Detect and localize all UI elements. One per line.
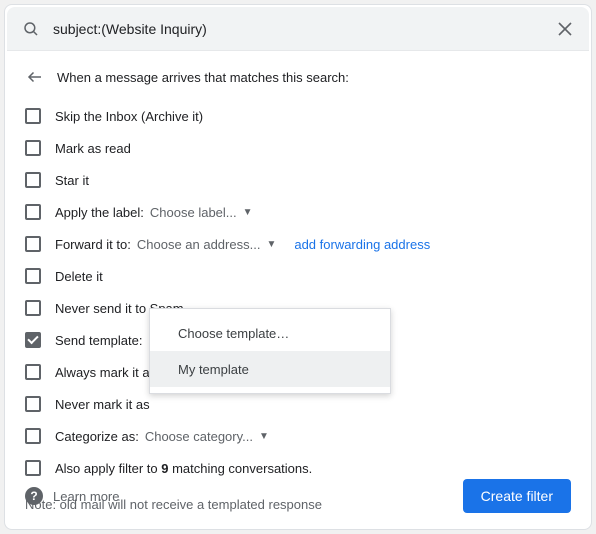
label-categorize: Categorize as: <box>55 429 139 444</box>
checkbox-never-important[interactable] <box>25 396 41 412</box>
checkbox-forward[interactable] <box>25 236 41 252</box>
label-never-important: Never mark it as <box>55 397 150 412</box>
dropdown-categorize[interactable]: Choose category... ▼ <box>145 429 269 444</box>
caret-down-icon: ▼ <box>259 431 269 442</box>
checkbox-star[interactable] <box>25 172 41 188</box>
option-skip-inbox: Skip the Inbox (Archive it) <box>25 101 571 131</box>
help-icon[interactable]: ? <box>25 487 43 505</box>
filter-header-text: When a message arrives that matches this… <box>57 70 349 85</box>
caret-down-icon: ▼ <box>266 239 276 250</box>
checkbox-delete[interactable] <box>25 268 41 284</box>
label-forward: Forward it to: <box>55 237 131 252</box>
label-delete: Delete it <box>55 269 103 284</box>
search-icon <box>21 19 41 39</box>
dropdown-forward[interactable]: Choose an address... ▼ <box>137 237 276 252</box>
learn-more-link[interactable]: Learn more <box>53 489 119 504</box>
option-mark-read: Mark as read <box>25 133 571 163</box>
checkbox-always-important[interactable] <box>25 364 41 380</box>
also-apply-post: matching conversations. <box>168 461 312 476</box>
also-apply-pre: Also apply filter to <box>55 461 161 476</box>
option-apply-label: Apply the label: Choose label... ▼ <box>25 197 571 227</box>
label-skip-inbox: Skip the Inbox (Archive it) <box>55 109 203 124</box>
close-icon[interactable] <box>547 11 583 47</box>
caret-down-icon: ▼ <box>243 207 253 218</box>
option-categorize: Categorize as: Choose category... ▼ <box>25 421 571 451</box>
add-forwarding-link[interactable]: add forwarding address <box>294 237 430 252</box>
checkbox-never-spam[interactable] <box>25 300 41 316</box>
checkbox-apply-label[interactable] <box>25 204 41 220</box>
option-forward: Forward it to: Choose an address... ▼ ad… <box>25 229 571 259</box>
label-star: Star it <box>55 173 89 188</box>
checkbox-also-apply[interactable] <box>25 460 41 476</box>
label-mark-read: Mark as read <box>55 141 131 156</box>
option-delete: Delete it <box>25 261 571 291</box>
checkbox-mark-read[interactable] <box>25 140 41 156</box>
dropdown-categorize-text: Choose category... <box>145 429 253 444</box>
checkbox-send-template[interactable] <box>25 332 41 348</box>
search-bar: subject:(Website Inquiry) <box>7 7 589 51</box>
dropdown-apply-label-text: Choose label... <box>150 205 237 220</box>
label-also-apply: Also apply filter to 9 matching conversa… <box>55 461 312 476</box>
label-apply-label: Apply the label: <box>55 205 144 220</box>
label-always-important: Always mark it a <box>55 365 150 380</box>
menu-item-my-template[interactable]: My template <box>150 351 390 387</box>
checkbox-skip-inbox[interactable] <box>25 108 41 124</box>
back-icon[interactable] <box>25 67 45 87</box>
option-star: Star it <box>25 165 571 195</box>
template-menu: Choose template… My template <box>149 308 391 394</box>
menu-item-choose-template[interactable]: Choose template… <box>150 315 390 351</box>
dropdown-forward-text: Choose an address... <box>137 237 261 252</box>
search-query[interactable]: subject:(Website Inquiry) <box>53 21 547 37</box>
dropdown-apply-label[interactable]: Choose label... ▼ <box>150 205 253 220</box>
checkbox-categorize[interactable] <box>25 428 41 444</box>
create-filter-button[interactable]: Create filter <box>463 479 571 513</box>
label-send-template: Send template: <box>55 333 142 348</box>
